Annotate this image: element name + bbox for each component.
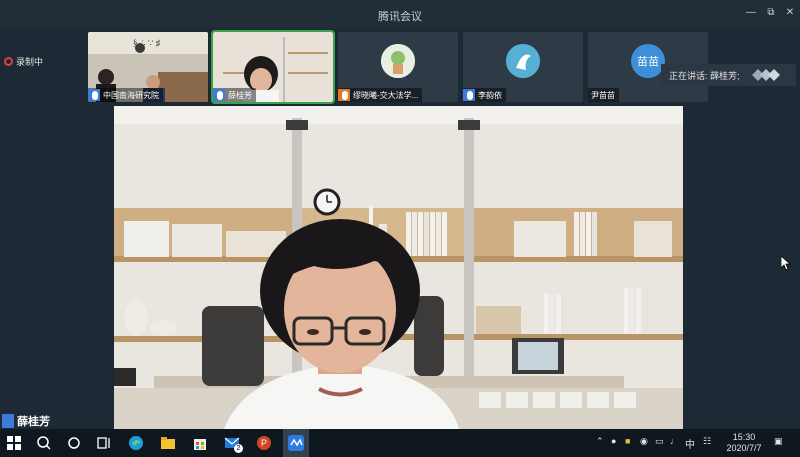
microphone-tray-icon[interactable]: ●	[611, 436, 616, 446]
chat-tray-icon[interactable]: ◉	[640, 436, 648, 447]
mic-icon	[342, 90, 348, 100]
taskbar: 2 P ⌃ ● ■ ◉ ▭ ♩ 中 ☷ 15:30 2020/7/7 ▣	[0, 429, 800, 457]
participant-tile-active[interactable]: 薛桂芳	[211, 30, 335, 104]
record-icon	[4, 56, 13, 66]
participant-name: 尹苗苗	[591, 90, 615, 100]
user-icon	[88, 89, 100, 101]
mic-icon	[467, 90, 473, 100]
volume-icon[interactable]: ♩	[670, 436, 679, 446]
recording-indicator[interactable]: 录制中	[4, 52, 52, 70]
mic-icon	[217, 90, 223, 100]
participant-label: 薛桂芳	[213, 88, 256, 102]
clock[interactable]: 15:30 2020/7/7	[722, 432, 766, 454]
recording-label: 录制中	[16, 56, 44, 67]
avatar: 苗苗	[631, 44, 665, 78]
user-icon	[463, 89, 475, 101]
search-icon[interactable]	[36, 435, 52, 451]
active-speaker-name: 薛桂芳	[17, 416, 50, 428]
meeting-screen: 腾讯会议 — ⧉ ✕ 录制中 § ∴ ∵ ♯ 中国南海研究院 薛桂芳 缪晓曦-交…	[0, 0, 800, 457]
svg-text:P: P	[261, 438, 267, 448]
participant-tile[interactable]: § ∴ ∵ ♯ 中国南海研究院	[88, 32, 208, 102]
avatar	[506, 44, 540, 78]
task-view-icon[interactable]	[96, 435, 112, 451]
input-mode-icon[interactable]: ☷	[703, 436, 711, 447]
speaking-banner: 正在讲话: 薛桂芳;	[661, 64, 796, 86]
minimize-icon[interactable]: —	[744, 6, 758, 20]
participant-tile[interactable]: 李韵依	[463, 32, 583, 102]
participant-label: 尹苗苗	[588, 88, 619, 102]
participant-label: 中国南海研究院	[88, 88, 163, 102]
tencent-meeting-logo-icon	[752, 69, 780, 81]
restore-icon[interactable]: ⧉	[764, 6, 778, 20]
speaking-label: 正在讲话: 薛桂芳;	[669, 70, 740, 81]
ime-indicator[interactable]: 中	[685, 436, 695, 451]
cortana-icon[interactable]	[66, 435, 82, 451]
mouse-cursor-icon	[781, 256, 791, 270]
close-icon[interactable]: ✕	[783, 6, 797, 20]
file-explorer-icon[interactable]	[160, 435, 176, 451]
clock-time: 15:30	[732, 432, 756, 442]
clock-date: 2020/7/7	[726, 443, 762, 453]
powerpoint-icon[interactable]: P	[256, 435, 272, 451]
tray-expand-icon[interactable]: ⌃	[596, 436, 604, 447]
participant-name: 缪晓曦-交大法学...	[353, 90, 419, 100]
avatar	[381, 44, 415, 78]
participant-label: 缪晓曦-交大法学...	[338, 88, 423, 102]
store-icon[interactable]	[192, 435, 208, 451]
user-icon	[213, 89, 225, 101]
edge-browser-icon[interactable]	[128, 435, 144, 451]
user-icon	[2, 414, 14, 428]
mail-badge: 2	[234, 444, 243, 453]
notification-center-icon[interactable]: ▣	[774, 436, 783, 447]
participant-name: 薛桂芳	[228, 90, 252, 100]
active-speaker-tag: 薛桂芳	[2, 413, 50, 429]
speaker-video-frame	[114, 106, 683, 429]
participant-name: 中国南海研究院	[103, 90, 159, 100]
participant-tile[interactable]: 缪晓曦-交大法学...	[338, 32, 458, 102]
battery-icon[interactable]: ▭	[655, 436, 664, 447]
tencent-meeting-app-icon[interactable]	[288, 435, 304, 451]
mic-icon	[92, 90, 98, 100]
user-icon	[338, 89, 350, 101]
security-tray-icon[interactable]: ■	[625, 436, 630, 446]
participant-name: 李韵依	[478, 90, 502, 100]
main-video	[114, 106, 683, 429]
participant-label: 李韵依	[463, 88, 506, 102]
window-title: 腾讯会议	[378, 11, 422, 23]
windows-start-icon[interactable]	[6, 435, 22, 451]
title-bar: 腾讯会议 — ⧉ ✕	[0, 0, 800, 28]
